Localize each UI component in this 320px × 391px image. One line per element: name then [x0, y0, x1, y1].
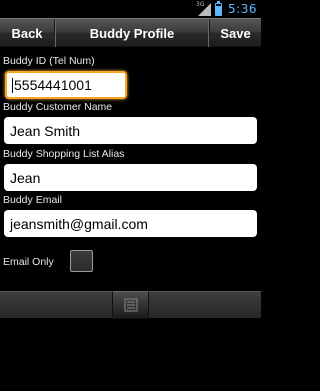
text-caret [12, 77, 13, 93]
email-field[interactable]: jeansmith@gmail.com [4, 210, 257, 237]
buddy-id-field[interactable]: 5554441001 [5, 71, 127, 99]
buddy-id-label: Buddy ID (Tel Num) [3, 55, 95, 67]
buddy-id-value: 5554441001 [14, 77, 92, 93]
customer-name-value: Jean Smith [10, 122, 81, 139]
customer-name-field[interactable]: Jean Smith [4, 117, 257, 144]
email-only-checkbox[interactable] [70, 250, 93, 272]
email-only-label: Email Only [3, 256, 54, 268]
battery-icon [215, 0, 223, 16]
email-value: jeansmith@gmail.com [10, 215, 148, 232]
title-bar: Back Buddy Profile Save [0, 18, 261, 47]
page-title: Buddy Profile [89, 25, 175, 41]
email-label: Buddy Email [3, 194, 62, 206]
clock: 5:36 [228, 2, 257, 16]
shopping-list-alias-field[interactable]: Jean [4, 164, 257, 191]
save-button[interactable]: Save [209, 19, 261, 47]
customer-name-label: Buddy Customer Name [3, 101, 113, 113]
menu-icon[interactable] [112, 291, 149, 319]
status-bar: 3G 5:36 [0, 0, 261, 18]
back-button[interactable]: Back [0, 19, 55, 47]
signal-3g-icon: 3G [196, 1, 212, 16]
shopping-list-alias-label: Buddy Shopping List Alias [3, 148, 125, 160]
shopping-list-alias-value: Jean [10, 169, 41, 186]
